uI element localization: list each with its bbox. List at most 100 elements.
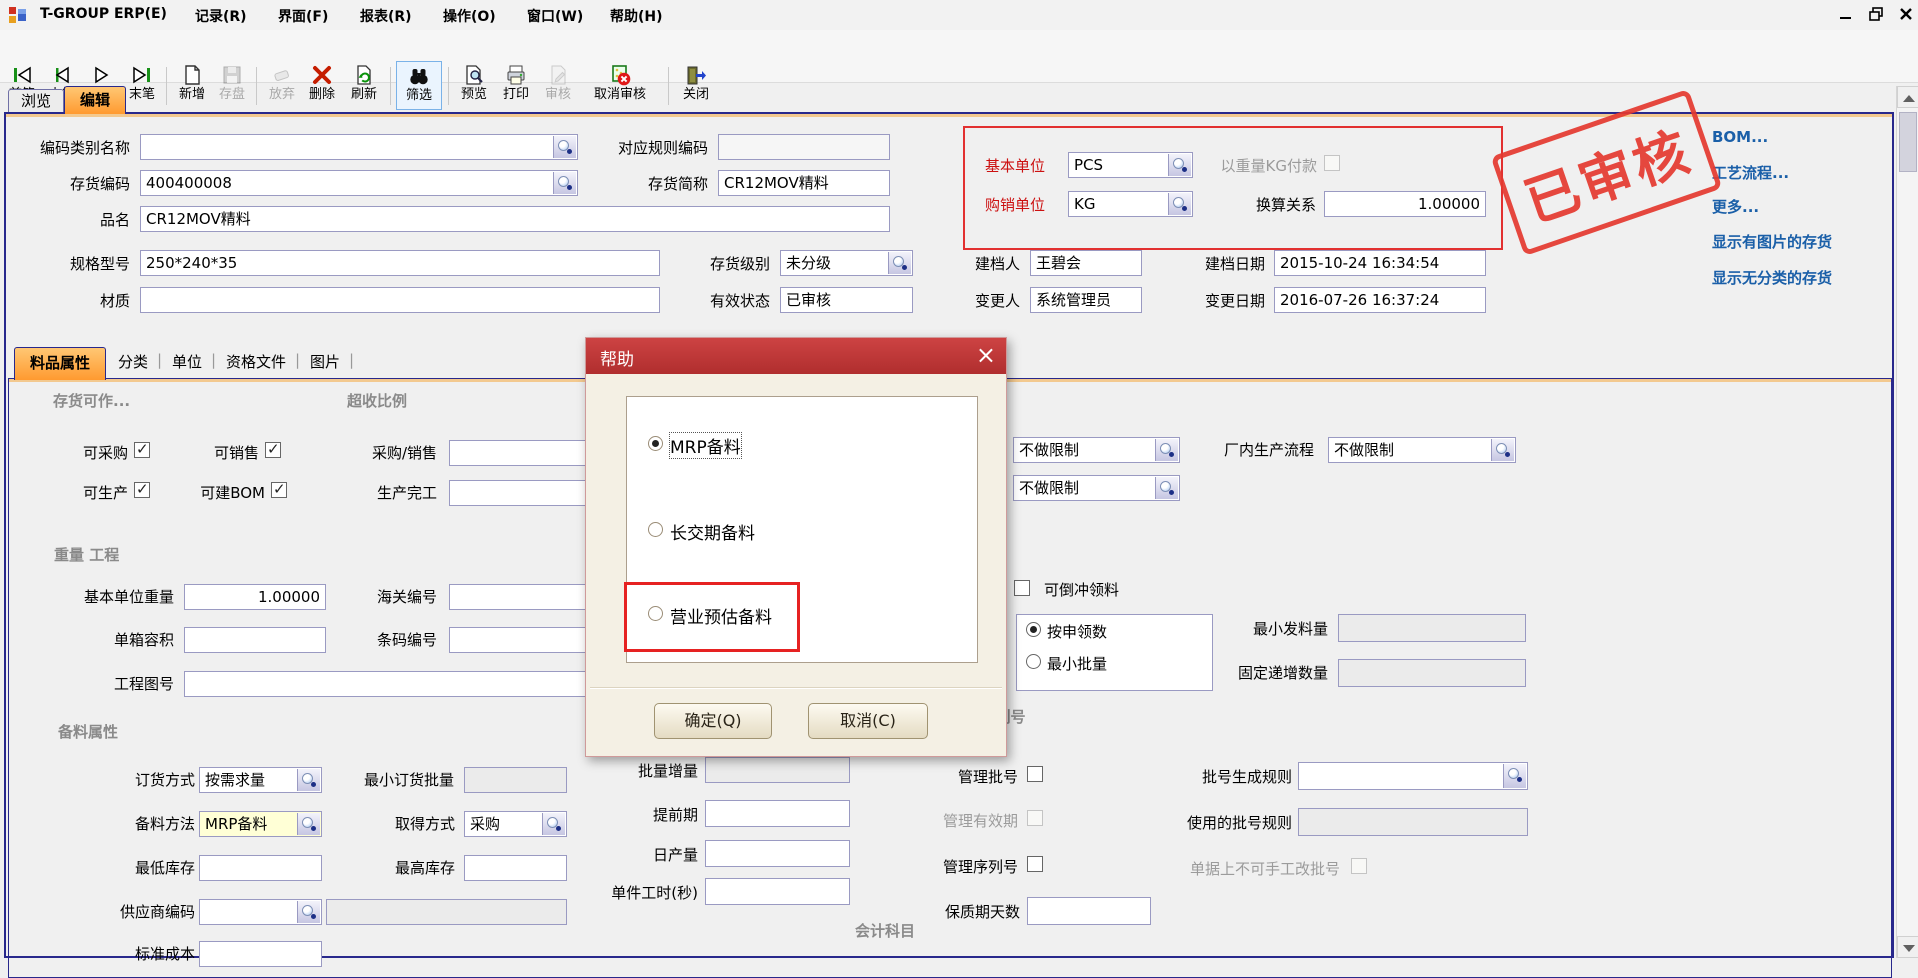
subtab-image[interactable]: 图片 bbox=[310, 353, 350, 371]
lookup-icon[interactable] bbox=[888, 252, 911, 274]
shelf-days-field[interactable] bbox=[1027, 897, 1151, 925]
menu-report[interactable]: 报表(R) bbox=[360, 6, 412, 26]
material-field[interactable] bbox=[140, 287, 660, 313]
menu-view[interactable]: 界面(F) bbox=[278, 6, 328, 26]
delete-button[interactable]: 删除 bbox=[302, 63, 342, 109]
std-cost-field[interactable] bbox=[199, 941, 322, 967]
menu-window[interactable]: 窗口(W) bbox=[527, 6, 583, 26]
tab-browse[interactable]: 浏览 bbox=[8, 89, 64, 113]
lookup-icon[interactable] bbox=[1168, 154, 1191, 176]
lookup-icon[interactable] bbox=[297, 769, 320, 791]
lookup-icon[interactable] bbox=[1155, 477, 1178, 499]
subtab-item-attributes[interactable]: 料品属性 bbox=[14, 347, 106, 380]
link-show-unclassified[interactable]: 显示无分类的存货 bbox=[1712, 267, 1832, 288]
pay-by-kg-checkbox bbox=[1324, 155, 1340, 171]
min-order-field bbox=[464, 767, 567, 793]
prepare-method-field[interactable]: MRP备料 bbox=[199, 811, 322, 837]
menu-app[interactable]: T-GROUP ERP(E) bbox=[40, 6, 167, 22]
option-mrp-label[interactable]: MRP备料 bbox=[670, 433, 741, 458]
item-level-field[interactable]: 未分级 bbox=[780, 250, 913, 276]
base-weight-field[interactable]: 1.00000 bbox=[184, 584, 326, 610]
item-code-field[interactable]: 400400008 bbox=[140, 170, 578, 196]
factory-flow-field[interactable]: 不做限制 bbox=[1328, 437, 1516, 463]
preview-button[interactable]: 预览 bbox=[454, 63, 494, 109]
by-request-radio[interactable] bbox=[1026, 622, 1041, 637]
manage-serial-checkbox[interactable] bbox=[1027, 856, 1043, 872]
link-process-flow[interactable]: 工艺流程... bbox=[1712, 162, 1789, 183]
close-form-button[interactable]: 关闭 bbox=[676, 63, 716, 109]
option-sales-forecast-label[interactable]: 营业预估备料 bbox=[670, 603, 772, 628]
spec-field[interactable]: 250*240*35 bbox=[140, 250, 660, 276]
link-show-with-image[interactable]: 显示有图片的存货 bbox=[1712, 231, 1832, 252]
minimize-icon[interactable] bbox=[1834, 6, 1858, 24]
filter-button[interactable]: 筛选 bbox=[396, 61, 442, 110]
trade-unit-field[interactable]: KG bbox=[1068, 191, 1193, 217]
dialog-titlebar[interactable]: 帮助 × bbox=[586, 338, 1006, 374]
lookup-icon[interactable] bbox=[553, 172, 576, 194]
unit-hours-field[interactable] bbox=[705, 878, 850, 905]
link-more[interactable]: 更多... bbox=[1712, 196, 1759, 217]
can-sale-checkbox[interactable] bbox=[265, 442, 281, 458]
backflush-checkbox[interactable] bbox=[1014, 580, 1030, 596]
daily-output-field[interactable] bbox=[705, 840, 850, 867]
lookup-icon[interactable] bbox=[297, 813, 320, 835]
option-long-lead-radio[interactable] bbox=[648, 522, 663, 537]
last-record-button[interactable]: 末笔 bbox=[122, 63, 162, 109]
min-stock-field[interactable] bbox=[199, 855, 322, 881]
no-limit-field-2[interactable]: 不做限制 bbox=[1013, 475, 1180, 501]
subtab-qualification[interactable]: 资格文件 bbox=[226, 353, 296, 371]
tab-edit[interactable]: 编辑 bbox=[64, 86, 126, 114]
menu-record[interactable]: 记录(R) bbox=[195, 6, 247, 26]
option-mrp-radio[interactable] bbox=[648, 436, 663, 451]
can-produce-checkbox[interactable] bbox=[134, 482, 150, 498]
print-button[interactable]: 打印 bbox=[496, 63, 536, 109]
option-sales-forecast-radio[interactable] bbox=[648, 606, 663, 621]
preview-icon bbox=[462, 63, 486, 87]
lookup-icon[interactable] bbox=[297, 901, 320, 923]
item-name-field[interactable]: CR12MOV精料 bbox=[140, 206, 890, 232]
menu-help[interactable]: 帮助(H) bbox=[610, 6, 663, 26]
ok-button[interactable]: 确定(Q) bbox=[654, 703, 772, 739]
lookup-icon[interactable] bbox=[553, 136, 576, 158]
can-bom-checkbox[interactable] bbox=[271, 482, 287, 498]
lead-time-field[interactable] bbox=[705, 800, 850, 827]
manage-batch-checkbox[interactable] bbox=[1027, 766, 1043, 782]
rule-code-field[interactable] bbox=[718, 134, 890, 160]
lookup-icon[interactable] bbox=[1503, 764, 1526, 788]
scroll-down-icon[interactable] bbox=[1897, 936, 1918, 958]
batch-rule-field[interactable] bbox=[1298, 762, 1528, 790]
link-bom[interactable]: BOM... bbox=[1712, 128, 1768, 146]
supplier-field[interactable] bbox=[199, 899, 322, 925]
lookup-icon[interactable] bbox=[1168, 193, 1191, 215]
cancel-audit-button[interactable]: 取消审核 bbox=[578, 63, 662, 109]
base-unit-field[interactable]: PCS bbox=[1068, 152, 1193, 178]
lookup-icon[interactable] bbox=[542, 813, 565, 835]
close-icon[interactable] bbox=[1894, 6, 1918, 24]
can-purchase-checkbox[interactable] bbox=[134, 442, 150, 458]
cancel-button[interactable]: 取消(C) bbox=[808, 703, 928, 739]
subtab-unit[interactable]: 单位 bbox=[172, 353, 212, 371]
audit-button: 审核 bbox=[538, 63, 578, 109]
new-button[interactable]: 新增 bbox=[172, 63, 212, 109]
acquire-mode-field[interactable]: 采购 bbox=[464, 811, 567, 837]
conversion-field[interactable]: 1.00000 bbox=[1324, 191, 1486, 217]
min-batch-radio[interactable] bbox=[1026, 654, 1041, 669]
dialog-close-icon[interactable]: × bbox=[976, 342, 996, 368]
menu-action[interactable]: 操作(O) bbox=[443, 6, 496, 26]
option-long-lead-label[interactable]: 长交期备料 bbox=[670, 519, 755, 544]
lookup-icon[interactable] bbox=[1155, 439, 1178, 461]
code-category-field[interactable] bbox=[140, 134, 578, 160]
scrollbar-thumb[interactable] bbox=[1899, 112, 1917, 172]
max-stock-field[interactable] bbox=[464, 855, 567, 881]
min-order-label: 最小订货批量 bbox=[338, 771, 454, 789]
vertical-scrollbar[interactable] bbox=[1896, 86, 1918, 958]
box-volume-field[interactable] bbox=[184, 627, 326, 653]
item-short-field[interactable]: CR12MOV精料 bbox=[718, 170, 890, 196]
lookup-icon[interactable] bbox=[1491, 439, 1514, 461]
subtab-classification[interactable]: 分类 bbox=[118, 353, 158, 371]
order-mode-field[interactable]: 按需求量 bbox=[199, 767, 322, 793]
restore-icon[interactable] bbox=[1864, 6, 1888, 24]
no-limit-field-1[interactable]: 不做限制 bbox=[1013, 437, 1180, 463]
scroll-up-icon[interactable] bbox=[1897, 86, 1918, 108]
refresh-button[interactable]: 刷新 bbox=[344, 63, 384, 109]
